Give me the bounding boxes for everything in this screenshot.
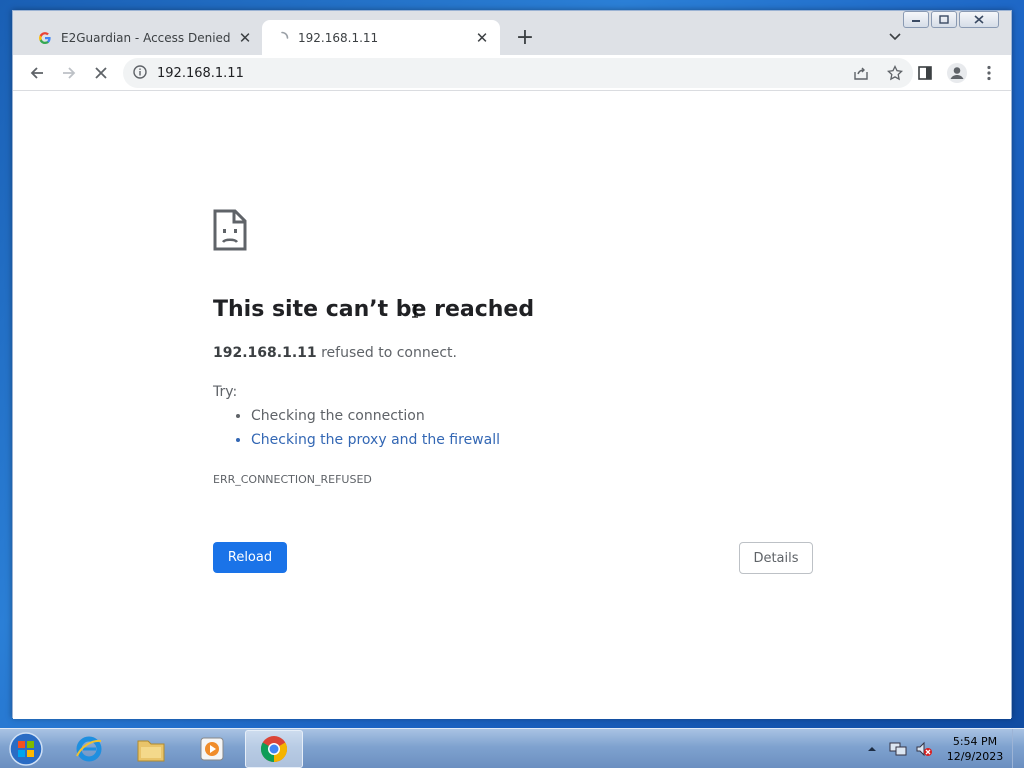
info-icon[interactable] — [133, 64, 147, 83]
error-page: This site can’t be reached 192.168.1.11 … — [13, 91, 1011, 719]
windows-orb-icon — [9, 732, 43, 766]
clock[interactable]: 5:54 PM 12/9/2023 — [940, 734, 1010, 764]
tab-title: E2Guardian - Access Denied — [61, 30, 231, 45]
close-tab-icon[interactable]: ✕ — [237, 29, 253, 47]
menu-kebab-icon[interactable] — [975, 59, 1003, 87]
list-item: Checking the connection — [251, 408, 500, 424]
window-controls — [903, 11, 999, 28]
loading-spinner-icon — [274, 30, 290, 46]
tab-e2guardian[interactable]: E2Guardian - Access Denied ✕ — [25, 20, 263, 55]
error-message-suffix: refused to connect. — [316, 345, 457, 361]
bookmark-star-icon[interactable] — [881, 59, 909, 87]
error-code: ERR_CONNECTION_REFUSED — [213, 473, 372, 486]
error-host: 192.168.1.11 — [213, 345, 317, 361]
close-window-button[interactable] — [959, 11, 999, 28]
forward-arrow-icon — [63, 66, 76, 79]
media-player-icon[interactable] — [183, 730, 241, 768]
restore-button[interactable] — [931, 11, 957, 28]
stop-icon — [95, 66, 107, 79]
browser-window: E2Guardian - Access Denied ✕ 192.168.1.1… — [12, 10, 1012, 719]
minimize-button[interactable] — [903, 11, 929, 28]
proxy-firewall-link[interactable]: Checking the proxy and the firewall — [251, 432, 500, 448]
internet-explorer-icon[interactable] — [60, 730, 118, 768]
clock-date: 12/9/2023 — [946, 750, 1004, 763]
tab-strip: E2Guardian - Access Denied ✕ 192.168.1.1… — [13, 11, 1011, 55]
error-message: 192.168.1.11 refused to connect. — [213, 345, 457, 361]
stop-loading-button[interactable] — [87, 59, 115, 87]
url-text: 192.168.1.11 — [157, 65, 244, 81]
side-panel-icon[interactable] — [911, 59, 939, 87]
share-icon[interactable] — [847, 59, 875, 87]
network-icon[interactable] — [888, 739, 908, 759]
show-hidden-icons-icon[interactable] — [862, 739, 882, 759]
back-button[interactable] — [23, 59, 51, 87]
profile-avatar-icon[interactable] — [943, 59, 971, 87]
google-g-icon — [37, 30, 53, 46]
file-explorer-icon[interactable] — [122, 730, 180, 768]
error-title: This site can’t be reached — [213, 297, 535, 322]
volume-muted-icon[interactable] — [914, 739, 934, 759]
new-tab-button[interactable]: + — [513, 26, 537, 50]
clock-time: 5:54 PM — [952, 735, 998, 748]
start-button[interactable] — [6, 730, 46, 768]
browser-toolbar: 192.168.1.11 — [13, 55, 1011, 91]
try-label: Try: — [213, 384, 238, 400]
suggestion-list: Checking the connection Checking the pro… — [251, 408, 500, 456]
sad-page-icon — [213, 209, 247, 255]
forward-button[interactable] — [55, 59, 83, 87]
text-cursor-icon — [411, 303, 419, 322]
close-tab-icon[interactable]: ✕ — [474, 29, 490, 47]
show-desktop-button[interactable] — [1012, 729, 1024, 768]
taskbar: 5:54 PM 12/9/2023 — [0, 728, 1024, 768]
address-bar[interactable]: 192.168.1.11 — [123, 58, 913, 88]
tab-current[interactable]: 192.168.1.11 ✕ — [262, 20, 500, 55]
details-button[interactable]: Details — [739, 542, 813, 574]
system-tray: 5:54 PM 12/9/2023 — [862, 729, 1024, 768]
tab-search-chevron-icon[interactable] — [885, 27, 905, 47]
chrome-taskbar-icon[interactable] — [245, 730, 303, 768]
back-arrow-icon — [30, 66, 43, 79]
tab-title: 192.168.1.11 — [298, 30, 379, 45]
reload-button[interactable]: Reload — [213, 542, 287, 573]
